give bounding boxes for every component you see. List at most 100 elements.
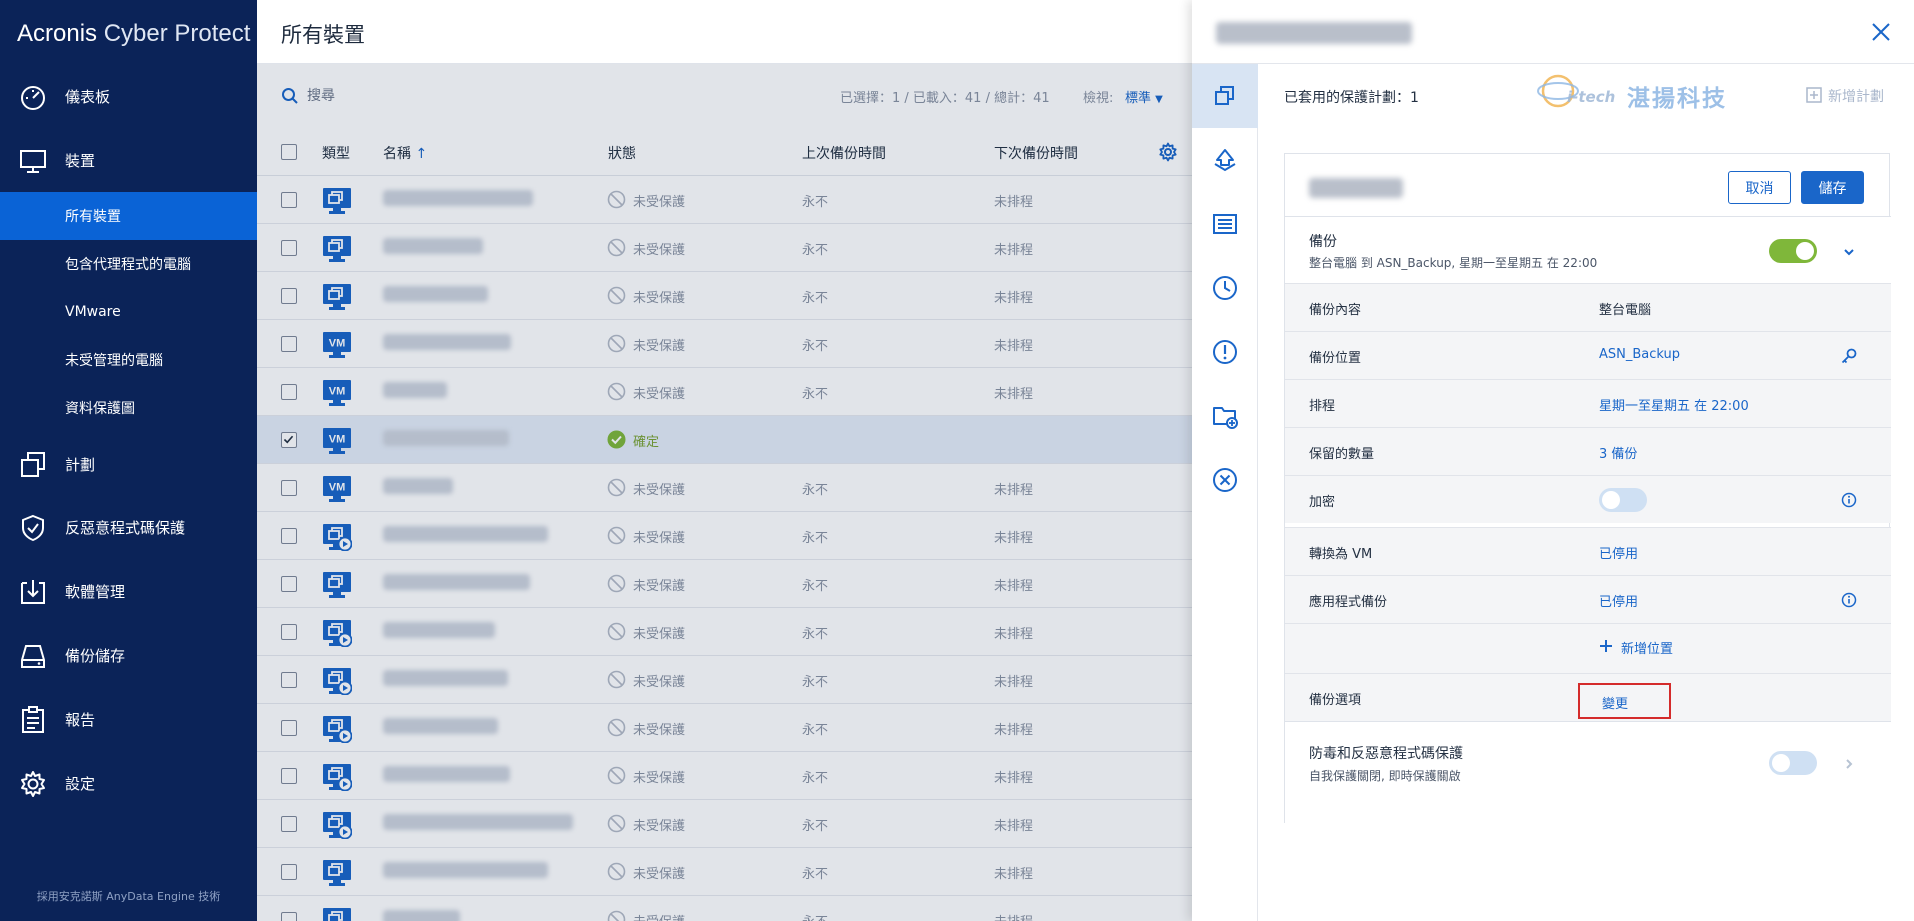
table-row[interactable]: 未受保護 永不 未排程 <box>257 272 1192 320</box>
column-name[interactable]: 名稱 ↑ <box>383 143 427 163</box>
table-row[interactable]: 未受保護 永不 未排程 <box>257 176 1192 224</box>
sidebar-subitem-data-protection-map[interactable]: 資料保護圖 <box>0 384 257 432</box>
device-name-blurred[interactable] <box>383 670 508 686</box>
device-name-blurred[interactable] <box>383 910 460 921</box>
schedule-row[interactable]: 排程 星期一至星期五 在 22:00 <box>1285 379 1891 427</box>
table-row[interactable]: 未受保護 永不 未排程 <box>257 608 1192 656</box>
sidebar-subitem-unmanaged[interactable]: 未受管理的電腦 <box>0 336 257 384</box>
schedule-link[interactable]: 星期一至星期五 在 22:00 <box>1599 395 1749 414</box>
row-checkbox[interactable] <box>281 384 297 400</box>
device-name-blurred[interactable] <box>383 574 530 590</box>
close-icon[interactable] <box>1869 20 1893 44</box>
sidebar-item-backup-storage[interactable]: 備份儲存 <box>0 631 257 679</box>
row-checkbox[interactable] <box>281 432 297 448</box>
table-row[interactable]: 未受保護 永不 未排程 <box>257 560 1192 608</box>
backup-options-change-button[interactable]: 變更 <box>1578 683 1671 719</box>
sidebar-item-plans[interactable]: 計劃 <box>0 440 257 488</box>
device-name-blurred[interactable] <box>383 526 548 542</box>
device-name-blurred[interactable] <box>383 238 483 254</box>
table-row[interactable]: 未受保護 永不 未排程 <box>257 800 1192 848</box>
row-checkbox[interactable] <box>281 576 297 592</box>
backup-location-link[interactable]: ASN_Backup <box>1599 347 1680 362</box>
tab-activities[interactable] <box>1192 256 1258 320</box>
sidebar-item-devices[interactable]: 裝置 <box>0 136 257 184</box>
column-status[interactable]: 狀態 <box>608 143 636 163</box>
application-backup-link[interactable]: 已停用 <box>1599 591 1638 610</box>
table-row[interactable]: VM 未受保護 永不 未排程 <box>257 320 1192 368</box>
sidebar-item-software[interactable]: 軟體管理 <box>0 567 257 615</box>
device-name-blurred[interactable] <box>383 190 533 206</box>
cancel-button[interactable]: 取消 <box>1728 171 1791 204</box>
view-dropdown[interactable]: 標準 ▼ <box>1125 87 1163 106</box>
tab-add-to-group[interactable] <box>1192 384 1258 448</box>
backup-what-row[interactable]: 備份內容 整台電腦 <box>1285 283 1891 331</box>
column-last-backup[interactable]: 上次備份時間 <box>802 143 886 163</box>
column-settings-gear-icon[interactable] <box>1158 142 1178 162</box>
key-icon[interactable] <box>1840 347 1858 365</box>
row-checkbox[interactable] <box>281 720 297 736</box>
sidebar-subitem-vmware[interactable]: VMware <box>0 288 257 336</box>
table-row[interactable]: 未受保護 永不 未排程 <box>257 656 1192 704</box>
table-row[interactable]: 未受保護 永不 未排程 <box>257 896 1192 921</box>
tab-delete[interactable] <box>1192 448 1258 512</box>
tab-alerts[interactable] <box>1192 320 1258 384</box>
search-input[interactable] <box>307 84 507 108</box>
info-icon[interactable] <box>1841 492 1857 508</box>
row-checkbox[interactable] <box>281 672 297 688</box>
device-name-blurred[interactable] <box>383 814 573 830</box>
device-name-blurred[interactable] <box>383 334 511 350</box>
select-all-checkbox[interactable] <box>281 144 297 160</box>
table-row[interactable]: VM 未受保護 永不 未排程 <box>257 464 1192 512</box>
encryption-toggle[interactable] <box>1599 488 1647 512</box>
row-checkbox[interactable] <box>281 768 297 784</box>
backup-toggle[interactable] <box>1769 239 1817 263</box>
tab-details[interactable] <box>1192 192 1258 256</box>
row-checkbox[interactable] <box>281 480 297 496</box>
table-row[interactable]: VM 未受保護 永不 未排程 <box>257 368 1192 416</box>
row-checkbox[interactable] <box>281 240 297 256</box>
row-checkbox[interactable] <box>281 624 297 640</box>
table-row[interactable]: 未受保護 永不 未排程 <box>257 848 1192 896</box>
info-icon[interactable] <box>1841 592 1857 608</box>
chevron-right-icon[interactable] <box>1842 757 1856 771</box>
device-name-blurred[interactable] <box>383 478 453 494</box>
convert-to-vm-link[interactable]: 已停用 <box>1599 543 1638 562</box>
application-backup-row[interactable]: 應用程式備份 已停用 <box>1285 575 1891 623</box>
device-name-blurred[interactable] <box>383 382 447 398</box>
sidebar-item-settings[interactable]: 設定 <box>0 759 257 807</box>
column-next-backup[interactable]: 下次備份時間 <box>994 143 1078 163</box>
table-row[interactable]: 未受保護 永不 未排程 <box>257 512 1192 560</box>
sidebar-item-antimalware[interactable]: 反惡意程式碼保護 <box>0 503 257 551</box>
row-checkbox[interactable] <box>281 816 297 832</box>
row-checkbox[interactable] <box>281 864 297 880</box>
sidebar-subitem-all-devices[interactable]: 所有裝置 <box>0 192 257 240</box>
table-row[interactable]: 未受保護 永不 未排程 <box>257 704 1192 752</box>
backup-location-row[interactable]: 備份位置 ASN_Backup <box>1285 331 1891 379</box>
retention-link[interactable]: 3 備份 <box>1599 443 1637 462</box>
tab-recovery[interactable] <box>1192 128 1258 192</box>
chevron-down-icon[interactable] <box>1842 245 1856 259</box>
device-name-blurred[interactable] <box>383 766 510 782</box>
row-checkbox[interactable] <box>281 528 297 544</box>
row-checkbox[interactable] <box>281 912 297 921</box>
device-name-blurred[interactable] <box>383 718 498 734</box>
save-button[interactable]: 儲存 <box>1801 171 1864 204</box>
sidebar-subitem-machines-with-agents[interactable]: 包含代理程式的電腦 <box>0 240 257 288</box>
tab-protection-plans[interactable] <box>1192 64 1258 128</box>
sidebar-item-reports[interactable]: 報告 <box>0 695 257 743</box>
convert-to-vm-row[interactable]: 轉換為 VM 已停用 <box>1285 527 1891 575</box>
table-row[interactable]: 未受保護 永不 未排程 <box>257 752 1192 800</box>
antimalware-toggle[interactable] <box>1769 751 1817 775</box>
table-row[interactable]: VM 確定 <box>257 416 1192 464</box>
device-name-blurred[interactable] <box>383 430 509 446</box>
sidebar-item-dashboard[interactable]: 儀表板 <box>0 72 257 120</box>
row-checkbox[interactable] <box>281 336 297 352</box>
row-checkbox[interactable] <box>281 288 297 304</box>
device-name-blurred[interactable] <box>383 622 495 638</box>
column-type[interactable]: 類型 <box>322 143 350 163</box>
row-checkbox[interactable] <box>281 192 297 208</box>
device-name-blurred[interactable] <box>383 862 548 878</box>
table-row[interactable]: 未受保護 永不 未排程 <box>257 224 1192 272</box>
device-name-blurred[interactable] <box>383 286 488 302</box>
retention-row[interactable]: 保留的數量 3 備份 <box>1285 427 1891 475</box>
